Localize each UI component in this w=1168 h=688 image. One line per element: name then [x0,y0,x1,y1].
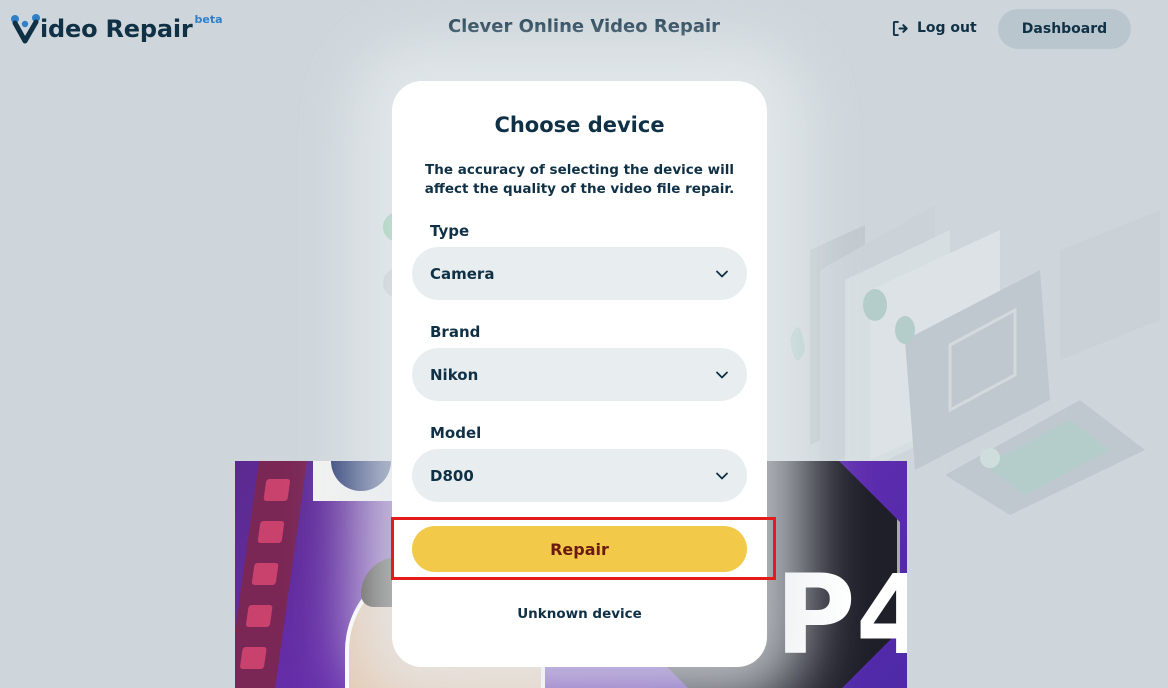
choose-device-modal: Choose device The accuracy of selecting … [391,81,776,667]
brand-select[interactable]: Nikon [412,348,747,401]
type-select[interactable]: Camera [412,247,747,300]
brand-label: Brand [430,323,481,341]
logout-label: Log out [917,20,977,36]
page-title: Clever Online Video Repair [447,16,721,37]
type-label: Type [430,222,470,240]
model-value: D800 [430,466,474,485]
chevron-down-icon [716,270,728,277]
film-strip [235,461,307,688]
unknown-device-link[interactable]: Unknown device [392,606,767,622]
chevron-down-icon [716,371,728,378]
model-label: Model [430,424,482,442]
chevron-down-icon [716,472,728,479]
logout-button[interactable]: Log out [892,16,977,40]
type-value: Camera [430,264,495,283]
logout-icon [892,20,908,36]
repair-button[interactable]: Repair [412,526,747,572]
thumbnail-text: P4 [775,551,907,679]
dashboard-button[interactable]: Dashboard [998,9,1131,49]
modal-description: The accuracy of selecting the device wil… [424,162,735,197]
modal-title: Choose device [494,113,665,137]
brand-value: Nikon [430,365,479,384]
model-select[interactable]: D800 [412,449,747,502]
